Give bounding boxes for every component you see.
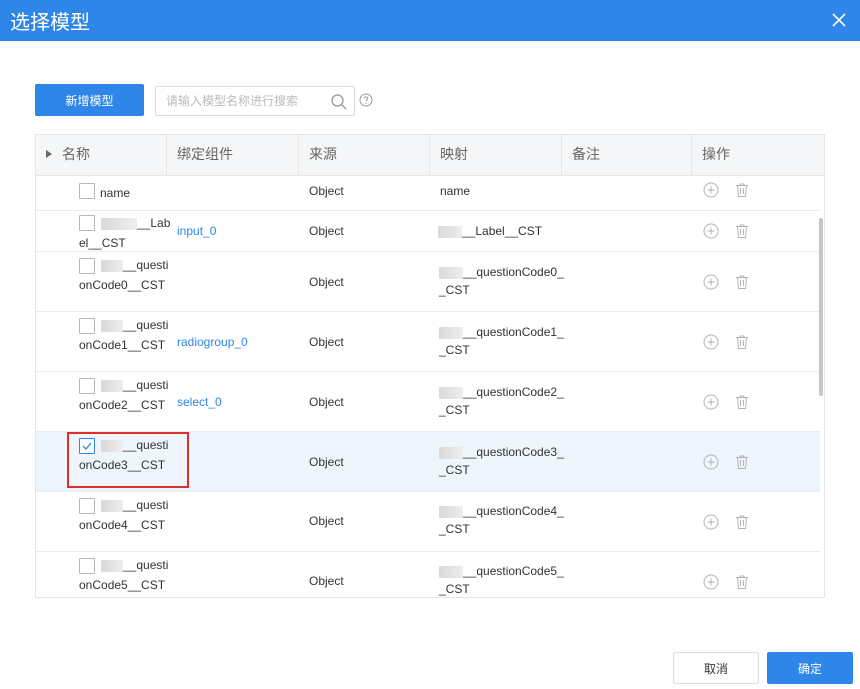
trash-icon[interactable] [733,453,751,471]
redacted-mark [438,225,462,238]
redacted-mark [101,559,123,572]
row-source: Object [309,395,344,409]
column-header-name[interactable]: 名称 [36,135,167,175]
table-row[interactable]: __questionCode5__CST Object __questionCo… [36,552,820,597]
redacted-mark [101,217,137,230]
row-name: __questionCode2__CST [79,378,169,412]
redacted-mark [101,379,123,392]
search-box [155,86,355,116]
dialog-title: 选择模型 [10,10,90,34]
trash-icon[interactable] [733,393,751,411]
help-icon[interactable] [359,93,373,107]
redacted-mark [439,565,463,578]
row-source: Object [309,184,344,198]
table-row[interactable]: __Label__CST input_0 Object __Label__CST [36,211,820,252]
cancel-button[interactable]: 取消 [673,652,759,684]
row-source: Object [309,455,344,469]
select-model-dialog: 选择模型 新增模型 名称 绑定组件 来源 映射 备注 操作 nam [0,0,860,689]
table-body: name Object name __Label__CST input_0 Ob… [36,176,824,597]
redacted-mark [101,259,123,272]
row-mapping: __questionCode2__CST [439,385,564,417]
trash-icon[interactable] [733,273,751,291]
redacted-mark [439,266,463,279]
column-header-actions: 操作 [702,147,730,163]
trash-icon[interactable] [733,573,751,591]
redacted-mark [439,446,463,459]
trash-icon[interactable] [733,513,751,531]
redacted-mark [439,326,463,339]
redacted-mark [101,319,123,332]
row-name: __Label__CST [79,216,171,250]
search-icon[interactable] [330,93,348,111]
row-name: __questionCode5__CST [79,558,169,592]
row-name: __questionCode0__CST [79,258,169,292]
redacted-mark [439,505,463,518]
expand-arrow-icon[interactable] [46,150,52,158]
red-highlight-box [67,432,189,488]
row-source: Object [309,335,344,349]
redacted-mark [101,499,123,512]
add-circle-icon[interactable] [702,513,720,531]
row-mapping: __questionCode1__CST [439,325,564,357]
add-circle-icon[interactable] [702,222,720,240]
trash-icon[interactable] [733,222,751,240]
row-name: name [100,186,131,200]
row-mapping: __questionCode4__CST [439,504,564,536]
row-binding-link[interactable]: select_0 [177,393,222,411]
table-header: 名称 绑定组件 来源 映射 备注 操作 [36,135,824,176]
add-model-button[interactable]: 新增模型 [35,84,144,116]
row-source: Object [309,514,344,528]
table-row[interactable]: name Object name [36,176,820,211]
row-source: Object [309,224,344,238]
row-source: Object [309,275,344,289]
table-row[interactable]: __questionCode1__CST radiogroup_0 Object… [36,312,820,372]
table-row[interactable]: __questionCode2__CST select_0 Object __q… [36,372,820,432]
row-mapping: __Label__CST [438,222,542,240]
column-header-remark: 备注 [562,135,692,175]
row-name: __questionCode1__CST [79,318,169,352]
row-checkbox[interactable] [79,183,95,199]
row-mapping: __questionCode3__CST [439,445,564,477]
row-name: __questionCode4__CST [79,498,169,532]
add-circle-icon[interactable] [702,273,720,291]
dialog-titlebar: 选择模型 [0,0,860,41]
table-row[interactable]: __questionCode4__CST Object __questionCo… [36,492,820,552]
row-mapping: __questionCode5__CST [439,564,564,596]
add-circle-icon[interactable] [702,573,720,591]
model-table: 名称 绑定组件 来源 映射 备注 操作 name Object name __L… [35,134,825,598]
table-row[interactable]: __questionCode0__CST Object __questionCo… [36,252,820,312]
add-circle-icon[interactable] [702,453,720,471]
search-input[interactable] [156,87,326,115]
row-mapping: name [440,184,471,198]
add-circle-icon[interactable] [702,393,720,411]
add-circle-icon[interactable] [702,181,720,199]
column-header-source: 来源 [299,135,430,175]
trash-icon[interactable] [733,181,751,199]
column-header-mapping: 映射 [430,135,562,175]
row-binding-link[interactable]: radiogroup_0 [177,333,248,351]
redacted-mark [439,386,463,399]
trash-icon[interactable] [733,333,751,351]
close-icon[interactable] [826,7,852,33]
row-source: Object [309,574,344,588]
confirm-button[interactable]: 确定 [767,652,853,684]
row-mapping: __questionCode0__CST [439,265,564,297]
row-binding-link[interactable]: input_0 [177,222,216,240]
add-circle-icon[interactable] [702,333,720,351]
column-header-binding: 绑定组件 [167,135,299,175]
table-scrollbar-thumb[interactable] [819,218,823,396]
